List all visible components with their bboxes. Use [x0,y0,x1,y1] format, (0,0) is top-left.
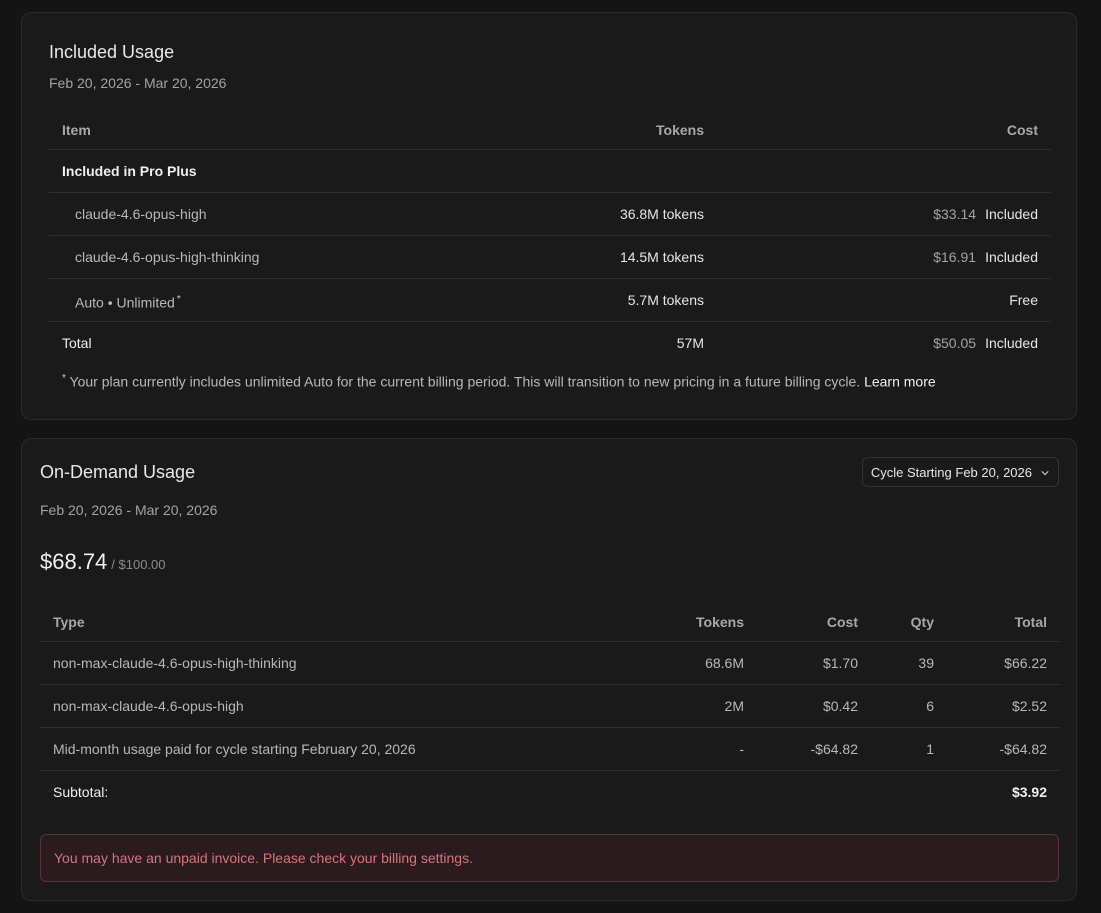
row-total: $2.52 [1011,698,1047,714]
item-name: Auto • Unlimited [75,294,175,311]
total-cost-status: Included [985,335,1038,351]
included-usage-title: Included Usage [49,42,175,62]
row-cost: $1.70 [822,655,858,671]
column-header-qty: Qty [910,614,934,630]
item-cost: $33.14 Included [933,193,1038,235]
column-header-cost: Cost [1006,122,1038,138]
group-row: Included in Pro Plus [49,150,1051,193]
item-cost-amount: $16.91 [933,249,977,265]
row-qty: 39 [918,655,934,671]
row-type: non-max-claude-4.6-opus-high-thinking [53,655,297,671]
row-qty: 1 [926,741,934,757]
table-row: claude-4.6-opus-high-thinking 14.5M toke… [49,236,1051,279]
total-row: Total 57M $50.05 Included [49,322,1051,364]
item-cost: $16.91 Included [933,236,1038,278]
on-demand-usage-card: On-Demand Usage Feb 20, 2026 - Mar 20, 2… [21,438,1077,901]
learn-more-link[interactable]: Learn more [864,374,936,390]
column-header-tokens: Tokens [696,614,744,630]
row-type: non-max-claude-4.6-opus-high [53,698,244,714]
footnote-text: Your plan currently includes unlimited A… [69,373,861,390]
item-name: claude-4.6-opus-high-thinking [75,249,260,265]
footnote-marker: * [176,294,181,305]
column-header-total: Total [1014,614,1047,630]
row-total: -$64.82 [999,741,1047,757]
item-tokens: 5.7M tokens [627,292,704,308]
total-cost: $50.05 Included [933,322,1038,364]
item-cost-amount: $33.14 [933,206,977,222]
row-cost: -$64.82 [810,741,858,757]
cycle-select-dropdown[interactable]: Cycle Starting Feb 20, 2026 [861,457,1059,487]
on-demand-usage-title: On-Demand Usage [40,462,196,482]
included-usage-table: Item Tokens Cost Included in Pro Plus cl… [49,115,1051,364]
total-tokens: 57M [676,335,704,351]
subtotal-value: $3.92 [1011,784,1047,800]
row-type: Mid-month usage paid for cycle starting … [53,741,416,757]
spend-limit: / $100.00 [111,557,166,572]
total-label: Total [62,335,92,351]
row-tokens: 2M [724,698,744,714]
chevron-down-icon [1041,471,1049,476]
table-header: Type Tokens Cost Qty Total [40,607,1060,642]
row-cost: $0.42 [822,698,858,714]
column-header-type: Type [53,614,85,630]
table-row: claude-4.6-opus-high 36.8M tokens $33.14… [49,193,1051,236]
total-cost-amount: $50.05 [933,335,977,351]
item-cost-status: Included [985,206,1038,222]
footnote: * Your plan currently includes unlimited… [62,373,936,390]
item-cost-status: Included [985,249,1038,265]
item-name: claude-4.6-opus-high [75,206,207,222]
group-label: Included in Pro Plus [62,163,197,179]
item-cost-status: Free [1009,292,1038,308]
table-header: Item Tokens Cost [49,115,1051,150]
row-qty: 6 [926,698,934,714]
included-usage-date-range: Feb 20, 2026 - Mar 20, 2026 [49,75,227,91]
table-row: Mid-month usage paid for cycle starting … [40,728,1060,771]
item-tokens: 14.5M tokens [619,249,704,265]
unpaid-invoice-alert: You may have an unpaid invoice. Please c… [40,834,1059,882]
table-row: non-max-claude-4.6-opus-high 2M $0.42 6 … [40,685,1060,728]
table-row: non-max-claude-4.6-opus-high-thinking 68… [40,642,1060,685]
included-usage-card: Included Usage Feb 20, 2026 - Mar 20, 20… [21,12,1077,420]
on-demand-usage-table: Type Tokens Cost Qty Total non-max-claud… [40,607,1060,813]
spend-summary: $68.74/ $100.00 [40,549,166,575]
footnote-marker: * [62,373,66,384]
on-demand-usage-date-range: Feb 20, 2026 - Mar 20, 2026 [40,502,218,518]
cycle-select-value: Cycle Starting Feb 20, 2026 [870,465,1032,480]
row-total: $66.22 [1004,655,1047,671]
subtotal-label: Subtotal: [53,784,109,800]
column-header-cost: Cost [826,614,858,630]
table-row: Auto • Unlimited * 5.7M tokens Free [49,279,1051,322]
item-name-wrap: Auto • Unlimited * [75,279,181,324]
row-tokens: - [739,741,744,757]
item-tokens: 36.8M tokens [619,206,704,222]
column-header-tokens: Tokens [656,122,704,138]
spent-amount: $68.74 [40,549,108,574]
row-tokens: 68.6M [705,655,744,671]
column-header-item: Item [62,122,91,138]
subtotal-row: Subtotal: $3.92 [40,771,1060,813]
